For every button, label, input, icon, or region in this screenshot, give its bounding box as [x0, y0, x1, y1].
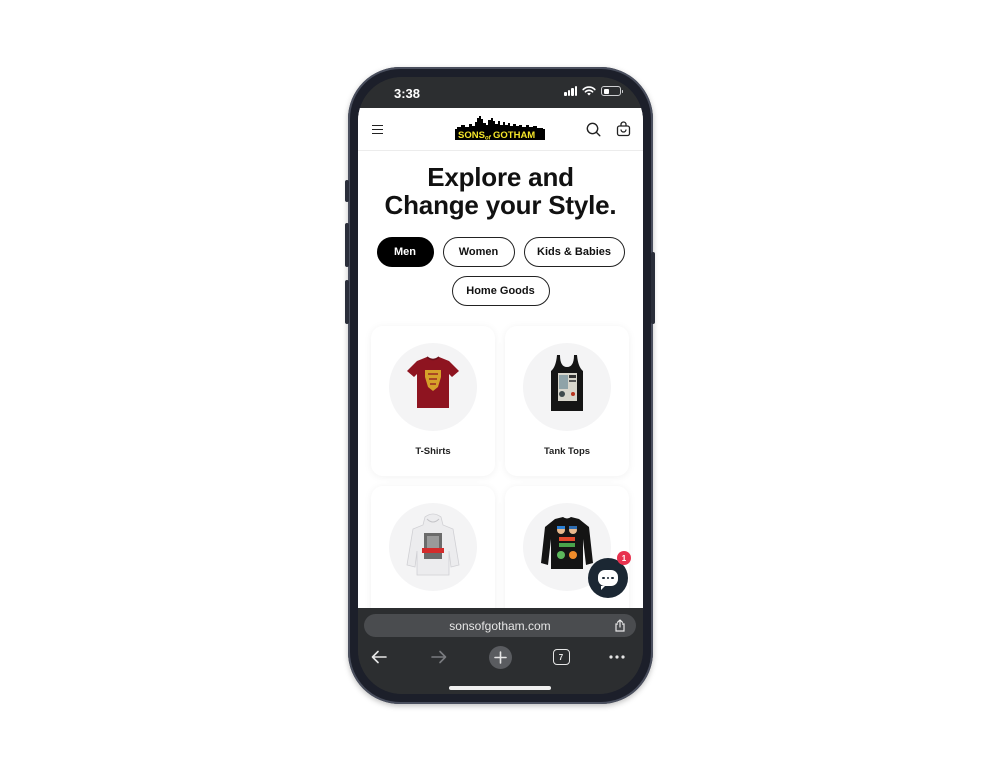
category-label: T-Shirts [415, 446, 451, 457]
tab-kids-babies[interactable]: Kids & Babies [523, 237, 625, 267]
tab-men[interactable]: Men [376, 237, 434, 267]
hero-line-1: Explore and [427, 162, 574, 192]
more-dots-icon [609, 655, 625, 659]
back-button[interactable] [368, 645, 390, 669]
tab-home-goods[interactable]: Home Goods [451, 276, 550, 306]
white-hoodie-image [406, 513, 460, 576]
address-bar[interactable]: sonsofgotham.com [364, 614, 636, 637]
tab-count: 7 [552, 649, 570, 665]
shopping-bag-icon[interactable] [616, 121, 631, 137]
forward-button[interactable] [428, 645, 450, 669]
action-button [345, 180, 349, 202]
category-tabs-row-1: Men Women Kids & Babies [358, 237, 643, 267]
status-time: 3:38 [394, 86, 421, 101]
category-card-hoodies[interactable] [371, 486, 495, 608]
chat-notification-badge: 1 [617, 551, 631, 565]
category-card-tank-tops[interactable]: Tank Tops [505, 326, 629, 476]
browser-nav-row: 7 [358, 645, 643, 669]
hero-line-2: Change your Style. [384, 190, 617, 220]
volume-down-button [345, 280, 349, 324]
category-card-tshirts[interactable]: T-Shirts [371, 326, 495, 476]
site-header: SONS of GOTHAM [358, 108, 643, 151]
search-icon[interactable] [586, 122, 601, 137]
phone-screen: 3:38 SONS of GOTHAM Explore and Change y… [358, 77, 643, 694]
tabs-button[interactable]: 7 [552, 645, 570, 669]
browser-toolbar: sonsofgotham.com 7 [358, 608, 643, 694]
back-arrow-icon [371, 650, 387, 664]
home-indicator[interactable] [449, 686, 551, 690]
logo-text-sons: SONS [458, 130, 485, 141]
forward-arrow-icon [431, 650, 447, 664]
power-button [651, 252, 655, 324]
category-label: Tank Tops [543, 446, 591, 457]
cellular-signal-icon [564, 86, 577, 96]
red-tshirt-image [407, 356, 459, 408]
hamburger-menu-icon[interactable] [372, 125, 383, 134]
share-icon[interactable] [614, 619, 626, 632]
product-image-frame [389, 503, 477, 591]
product-image-frame [389, 343, 477, 431]
more-button[interactable] [608, 645, 626, 669]
plus-icon [488, 645, 512, 669]
web-page: SONS of GOTHAM Explore and Change your S… [358, 108, 643, 608]
volume-up-button [345, 223, 349, 267]
black-tank-top-image [551, 355, 583, 411]
new-tab-button[interactable] [488, 645, 512, 669]
wifi-icon [582, 86, 596, 96]
logo-text-of: of [485, 136, 492, 142]
hero-heading: Explore and Change your Style. [358, 163, 643, 219]
chat-bubble-icon [598, 570, 618, 590]
status-bar: 3:38 [358, 77, 643, 108]
product-image-frame [523, 343, 611, 431]
tab-women[interactable]: Women [442, 237, 515, 267]
logo-text-gotham: GOTHAM [493, 130, 535, 141]
url-text: sonsofgotham.com [449, 618, 551, 633]
category-tabs-row-2: Home Goods [358, 276, 643, 306]
site-logo[interactable]: SONS of GOTHAM [455, 115, 545, 141]
battery-icon [601, 86, 623, 96]
